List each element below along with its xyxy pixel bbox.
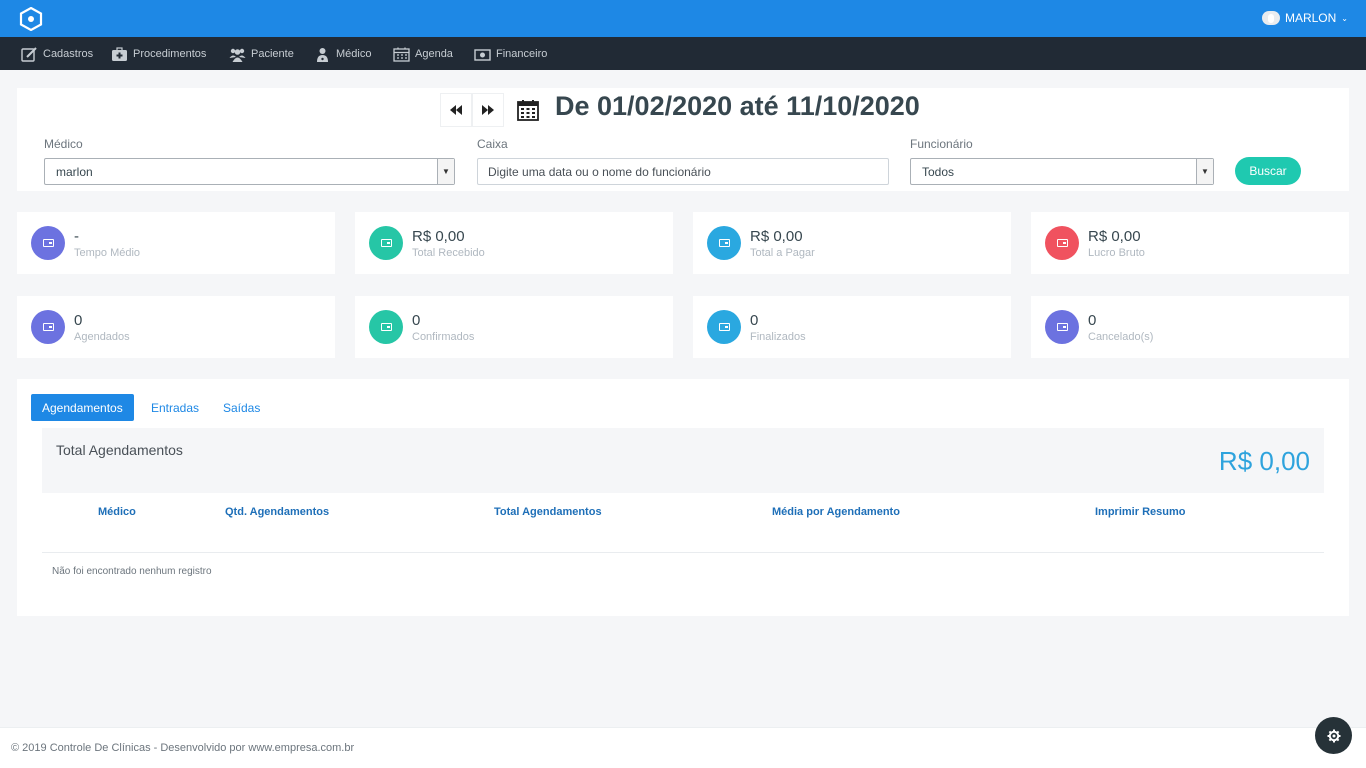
stat-value: R$ 0,00: [750, 228, 803, 245]
chevron-down-icon: ▼: [437, 159, 454, 184]
medico-selected-value: marlon: [56, 165, 93, 179]
gear-icon: [1327, 729, 1340, 742]
next-period-button[interactable]: [472, 93, 504, 127]
wallet-icon: [369, 310, 403, 344]
tab-entradas[interactable]: Entradas: [140, 394, 210, 421]
empty-table-message: Não foi encontrado nenhum registro: [52, 566, 212, 577]
nav-label: Paciente: [251, 47, 294, 60]
stat-card-finalizados: 0 Finalizados: [693, 296, 1011, 358]
tab-agendamentos[interactable]: Agendamentos: [31, 394, 134, 421]
column-header-media-por-agendamento[interactable]: Média por Agendamento: [772, 506, 900, 518]
column-header-medico[interactable]: Médico: [98, 506, 136, 518]
user-menu[interactable]: MARLON ⌄: [1261, 11, 1348, 25]
stat-label: Confirmados: [412, 331, 475, 343]
main-nav: Cadastros Procedimentos Paciente Médico …: [0, 37, 1366, 70]
filter-card: De 01/02/2020 até 11/10/2020 Médico marl…: [17, 88, 1349, 191]
doctor-icon: [314, 47, 331, 62]
nav-item-financeiro[interactable]: Financeiro: [474, 37, 547, 70]
column-header-total-agendamentos[interactable]: Total Agendamentos: [494, 506, 602, 518]
footer-text: © 2019 Controle De Clínicas - Desenvolvi…: [11, 742, 355, 754]
previous-period-button[interactable]: [440, 93, 472, 127]
stat-label: Lucro Bruto: [1088, 247, 1145, 259]
edit-icon: [21, 46, 38, 62]
report-card: Agendamentos Entradas Saídas Total Agend…: [17, 379, 1349, 616]
summary-value: R$ 0,00: [1218, 446, 1310, 476]
wallet-icon: [707, 310, 741, 344]
nav-item-medico[interactable]: Médico: [314, 37, 371, 70]
stat-card-cancelados: 0 Cancelado(s): [1031, 296, 1349, 358]
stat-label: Cancelado(s): [1088, 331, 1154, 343]
nav-item-procedimentos[interactable]: Procedimentos: [111, 37, 206, 70]
top-bar: MARLON ⌄: [0, 0, 1366, 37]
stat-card-total-recebido: R$ 0,00 Total Recebido: [355, 212, 673, 274]
stat-card-total-a-pagar: R$ 0,00 Total a Pagar: [693, 212, 1011, 274]
app-logo-icon[interactable]: [19, 7, 43, 31]
stat-label: Total a Pagar: [750, 247, 815, 259]
stat-label: Finalizados: [750, 331, 806, 343]
nav-item-cadastros[interactable]: Cadastros: [21, 37, 93, 70]
caixa-input[interactable]: Digite uma data ou o nome do funcionário: [477, 158, 889, 185]
stat-label: Tempo Médio: [74, 247, 141, 259]
tab-saidas[interactable]: Saídas: [212, 394, 271, 421]
users-icon: [229, 47, 246, 62]
chevron-down-icon: ▼: [1196, 159, 1213, 184]
nav-item-agenda[interactable]: Agenda: [393, 37, 453, 70]
wallet-icon: [369, 226, 403, 260]
summary-panel: Total Agendamentos R$ 0,00: [42, 428, 1324, 493]
stat-value: 0: [1088, 312, 1097, 329]
funcionario-select[interactable]: Todos ▼: [910, 158, 1214, 185]
stat-value: 0: [74, 312, 83, 329]
medical-kit-icon: [111, 46, 128, 61]
money-icon: [474, 47, 491, 61]
nav-label: Médico: [336, 47, 372, 60]
nav-label: Procedimentos: [133, 47, 207, 60]
summary-title: Total Agendamentos: [56, 442, 183, 458]
stat-value: -: [74, 228, 79, 245]
medico-label: Médico: [44, 137, 83, 151]
stat-label: Agendados: [74, 331, 130, 343]
column-header-qtd-agendamentos[interactable]: Qtd. Agendamentos: [225, 506, 329, 518]
wallet-icon: [1045, 310, 1079, 344]
medico-select[interactable]: marlon ▼: [44, 158, 455, 185]
caixa-label: Caixa: [477, 137, 508, 151]
settings-button[interactable]: [1315, 717, 1352, 754]
avatar: [1261, 11, 1280, 25]
chevron-down-icon: ⌄: [1341, 13, 1348, 23]
stat-card-agendados: 0 Agendados: [17, 296, 335, 358]
wallet-icon: [31, 310, 65, 344]
nav-label: Cadastros: [43, 47, 94, 60]
column-header-imprimir-resumo[interactable]: Imprimir Resumo: [1095, 506, 1185, 518]
double-right-arrow-icon: [482, 105, 494, 115]
stat-value: R$ 0,00: [1088, 228, 1141, 245]
caixa-placeholder: Digite uma data ou o nome do funcionário: [488, 165, 711, 179]
double-left-arrow-icon: [450, 105, 462, 115]
stat-value: R$ 0,00: [412, 228, 465, 245]
buscar-button[interactable]: Buscar: [1235, 157, 1301, 185]
table-divider: [42, 552, 1324, 553]
nav-label: Financeiro: [496, 47, 548, 60]
calendar-icon: [393, 47, 410, 62]
stat-value: 0: [750, 312, 759, 329]
stat-card-lucro-bruto: R$ 0,00 Lucro Bruto: [1031, 212, 1349, 274]
date-range-title: De 01/02/2020 até 11/10/2020: [555, 91, 920, 121]
stat-value: 0: [412, 312, 421, 329]
stat-label: Total Recebido: [412, 247, 485, 259]
wallet-icon: [707, 226, 741, 260]
calendar-icon[interactable]: [517, 99, 539, 121]
wallet-icon: [31, 226, 65, 260]
stat-card-tempo-medio: - Tempo Médio: [17, 212, 335, 274]
nav-label: Agenda: [415, 47, 453, 60]
footer: © 2019 Controle De Clínicas - Desenvolvi…: [0, 727, 1366, 768]
funcionario-label: Funcionário: [910, 137, 973, 151]
stat-card-confirmados: 0 Confirmados: [355, 296, 673, 358]
wallet-icon: [1045, 226, 1079, 260]
user-name: MARLON: [1284, 11, 1337, 25]
nav-item-paciente[interactable]: Paciente: [229, 37, 294, 70]
funcionario-selected-value: Todos: [922, 165, 955, 179]
